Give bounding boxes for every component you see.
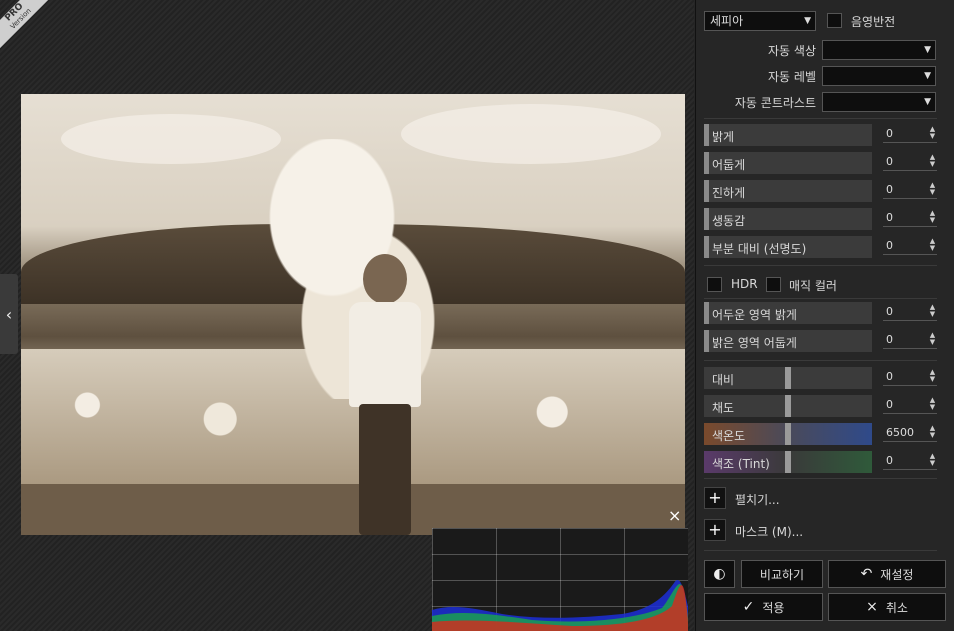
spin-arrows-icon[interactable]: ▲ ▼ bbox=[928, 154, 937, 168]
contrast-slider[interactable]: 대비 bbox=[704, 367, 872, 389]
filter-preset-select[interactable]: 세피아 ▼ bbox=[704, 11, 816, 31]
shadow-brighten-value[interactable]: 0 ▲ ▼ bbox=[883, 303, 937, 321]
child-figure bbox=[341, 254, 431, 535]
spin-arrows-icon[interactable]: ▲ ▼ bbox=[928, 425, 937, 439]
spin-arrows-icon[interactable]: ▲ ▼ bbox=[928, 126, 937, 140]
color-temperature-slider[interactable]: 색온도 bbox=[704, 423, 872, 445]
close-icon: × bbox=[866, 599, 878, 615]
saturation-thumb[interactable] bbox=[785, 395, 791, 417]
tint-slider[interactable]: 색조 (Tint) bbox=[704, 451, 872, 473]
brighten-slider[interactable]: 밝게 bbox=[704, 124, 872, 146]
spin-arrows-icon[interactable]: ▲ ▼ bbox=[928, 332, 937, 346]
clarity-value[interactable]: 0 ▲ ▼ bbox=[883, 237, 937, 255]
auto-level-label: 자동 레벨 bbox=[768, 70, 816, 84]
brighten-value[interactable]: 0 ▲ ▼ bbox=[883, 125, 937, 143]
cancel-button[interactable]: × 취소 bbox=[828, 593, 946, 621]
spin-arrows-icon[interactable]: ▲ ▼ bbox=[928, 238, 937, 252]
hdr-checkbox[interactable] bbox=[707, 277, 722, 292]
deepen-slider[interactable]: 진하게 bbox=[704, 180, 872, 202]
expand-label[interactable]: 펼치기... bbox=[735, 491, 780, 508]
spin-arrows-icon[interactable]: ▲ ▼ bbox=[928, 182, 937, 196]
saturation-value[interactable]: 0 ▲ ▼ bbox=[883, 396, 937, 414]
auto-level-select[interactable]: ▼ bbox=[822, 66, 936, 86]
mask-label[interactable]: 마스크 (M)... bbox=[735, 523, 803, 540]
spin-arrows-icon[interactable]: ▲ ▼ bbox=[928, 397, 937, 411]
hdr-label: HDR bbox=[731, 277, 758, 291]
magic-color-checkbox[interactable] bbox=[766, 277, 781, 292]
dropdown-arrow-icon: ▼ bbox=[924, 97, 931, 107]
auto-contrast-select[interactable]: ▼ bbox=[822, 92, 936, 112]
dropdown-arrow-icon: ▼ bbox=[924, 45, 931, 55]
pro-version-badge: PRO Version bbox=[0, 0, 54, 52]
dropdown-arrow-icon: ▼ bbox=[924, 71, 931, 81]
spin-arrows-icon[interactable]: ▲ ▼ bbox=[928, 304, 937, 318]
deepen-value[interactable]: 0 ▲ ▼ bbox=[883, 181, 937, 199]
apply-button[interactable]: ✓ 적용 bbox=[704, 593, 823, 621]
photo-preview bbox=[21, 94, 685, 535]
dropdown-arrow-icon: ▼ bbox=[804, 16, 811, 26]
highlight-darken-value[interactable]: 0 ▲ ▼ bbox=[883, 331, 937, 349]
highlight-darken-slider[interactable]: 밝은 영역 어둡게 bbox=[704, 330, 872, 352]
darken-value[interactable]: 0 ▲ ▼ bbox=[883, 153, 937, 171]
spin-arrows-icon[interactable]: ▲ ▼ bbox=[928, 369, 937, 383]
split-view-icon: ◐ bbox=[713, 566, 726, 582]
color-temperature-value[interactable]: 6500 ▲ ▼ bbox=[883, 424, 937, 442]
split-view-button[interactable]: ◐ bbox=[704, 560, 735, 588]
contrast-value[interactable]: 0 ▲ ▼ bbox=[883, 368, 937, 386]
invert-checkbox[interactable] bbox=[827, 13, 842, 28]
spin-arrows-icon[interactable]: ▲ ▼ bbox=[928, 210, 937, 224]
compare-button[interactable]: 비교하기 bbox=[741, 560, 823, 588]
reset-button[interactable]: ↶ 재설정 bbox=[828, 560, 946, 588]
tint-value[interactable]: 0 ▲ ▼ bbox=[883, 452, 937, 470]
shadow-brighten-slider[interactable]: 어두운 영역 밝게 bbox=[704, 302, 872, 324]
saturation-slider[interactable]: 채도 bbox=[704, 395, 872, 417]
adjustment-panel: 세피아 ▼ 음영반전 자동 색상 ▼ 자동 레벨 ▼ 자동 콘트라스트 ▼ 밝게 … bbox=[695, 0, 954, 631]
check-icon: ✓ bbox=[742, 599, 755, 615]
undo-icon: ↶ bbox=[860, 566, 873, 582]
vibrance-value[interactable]: 0 ▲ ▼ bbox=[883, 209, 937, 227]
chevron-left-icon: ‹ bbox=[5, 304, 13, 324]
collapse-left-panel-button[interactable]: ‹ bbox=[0, 274, 18, 354]
canvas-area: PRO Version ‹ × bbox=[0, 0, 694, 631]
histogram bbox=[432, 528, 688, 631]
close-icon[interactable]: × bbox=[668, 506, 681, 525]
tint-thumb[interactable] bbox=[785, 451, 791, 473]
darken-slider[interactable]: 어둡게 bbox=[704, 152, 872, 174]
plus-icon: + bbox=[708, 520, 722, 539]
vibrance-slider[interactable]: 생동감 bbox=[704, 208, 872, 230]
mask-button[interactable]: + bbox=[704, 519, 726, 541]
plus-icon: + bbox=[708, 488, 722, 507]
contrast-thumb[interactable] bbox=[785, 367, 791, 389]
spin-arrows-icon[interactable]: ▲ ▼ bbox=[928, 453, 937, 467]
magic-color-label: 매직 컬러 bbox=[789, 279, 837, 293]
expand-button[interactable]: + bbox=[704, 487, 726, 509]
clarity-slider[interactable]: 부분 대비 (선명도) bbox=[704, 236, 872, 258]
auto-color-label: 자동 색상 bbox=[768, 44, 816, 58]
auto-color-select[interactable]: ▼ bbox=[822, 40, 936, 60]
auto-contrast-label: 자동 콘트라스트 bbox=[734, 96, 816, 110]
invert-label: 음영반전 bbox=[851, 15, 896, 29]
temperature-thumb[interactable] bbox=[785, 423, 791, 445]
